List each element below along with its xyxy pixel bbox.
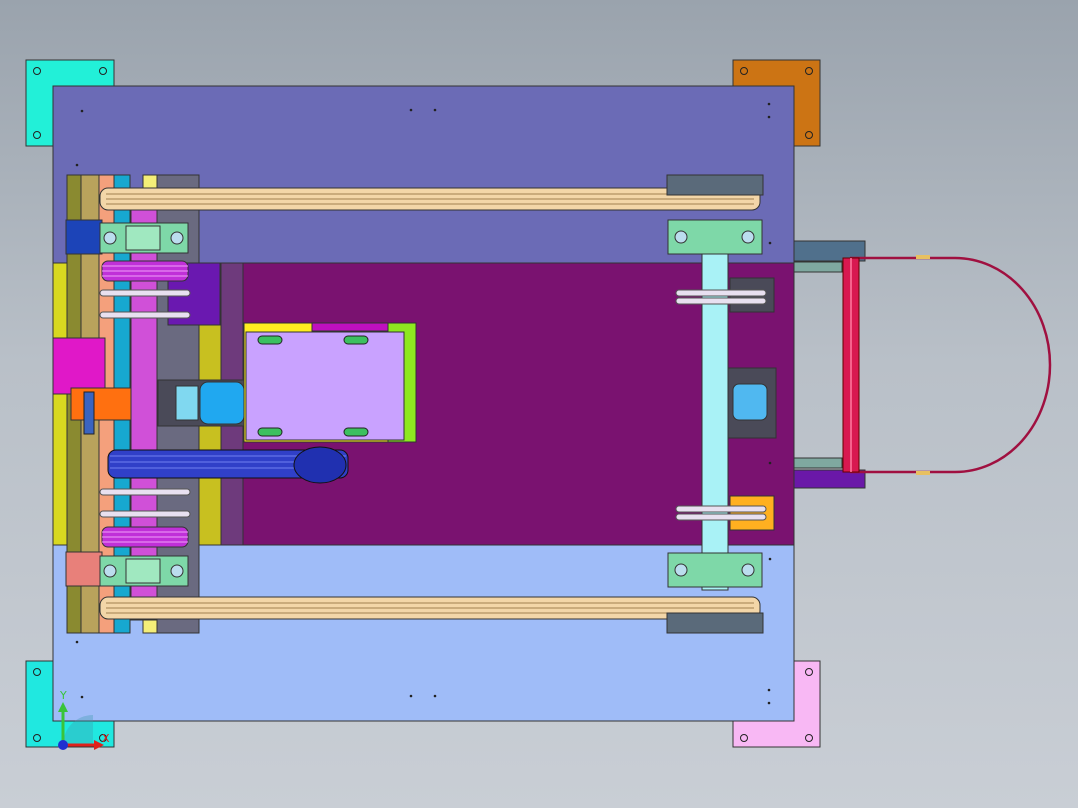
drive-belt [107,446,349,484]
motor-block [243,322,417,443]
x-axis-label: X [102,732,110,745]
bottom-belt [99,596,761,620]
right-bearing-bottom [667,552,763,588]
top-belt [99,187,761,211]
left-bearing-bottom [99,555,189,587]
cad-viewport[interactable]: Y X [0,0,1078,808]
y-axis-label: Y [59,689,67,702]
right-bearing-top [667,219,763,255]
left-bearing-top [99,222,189,254]
handle-assembly [793,240,1052,489]
right-shaft [701,229,729,591]
motor-coupling [157,379,245,427]
